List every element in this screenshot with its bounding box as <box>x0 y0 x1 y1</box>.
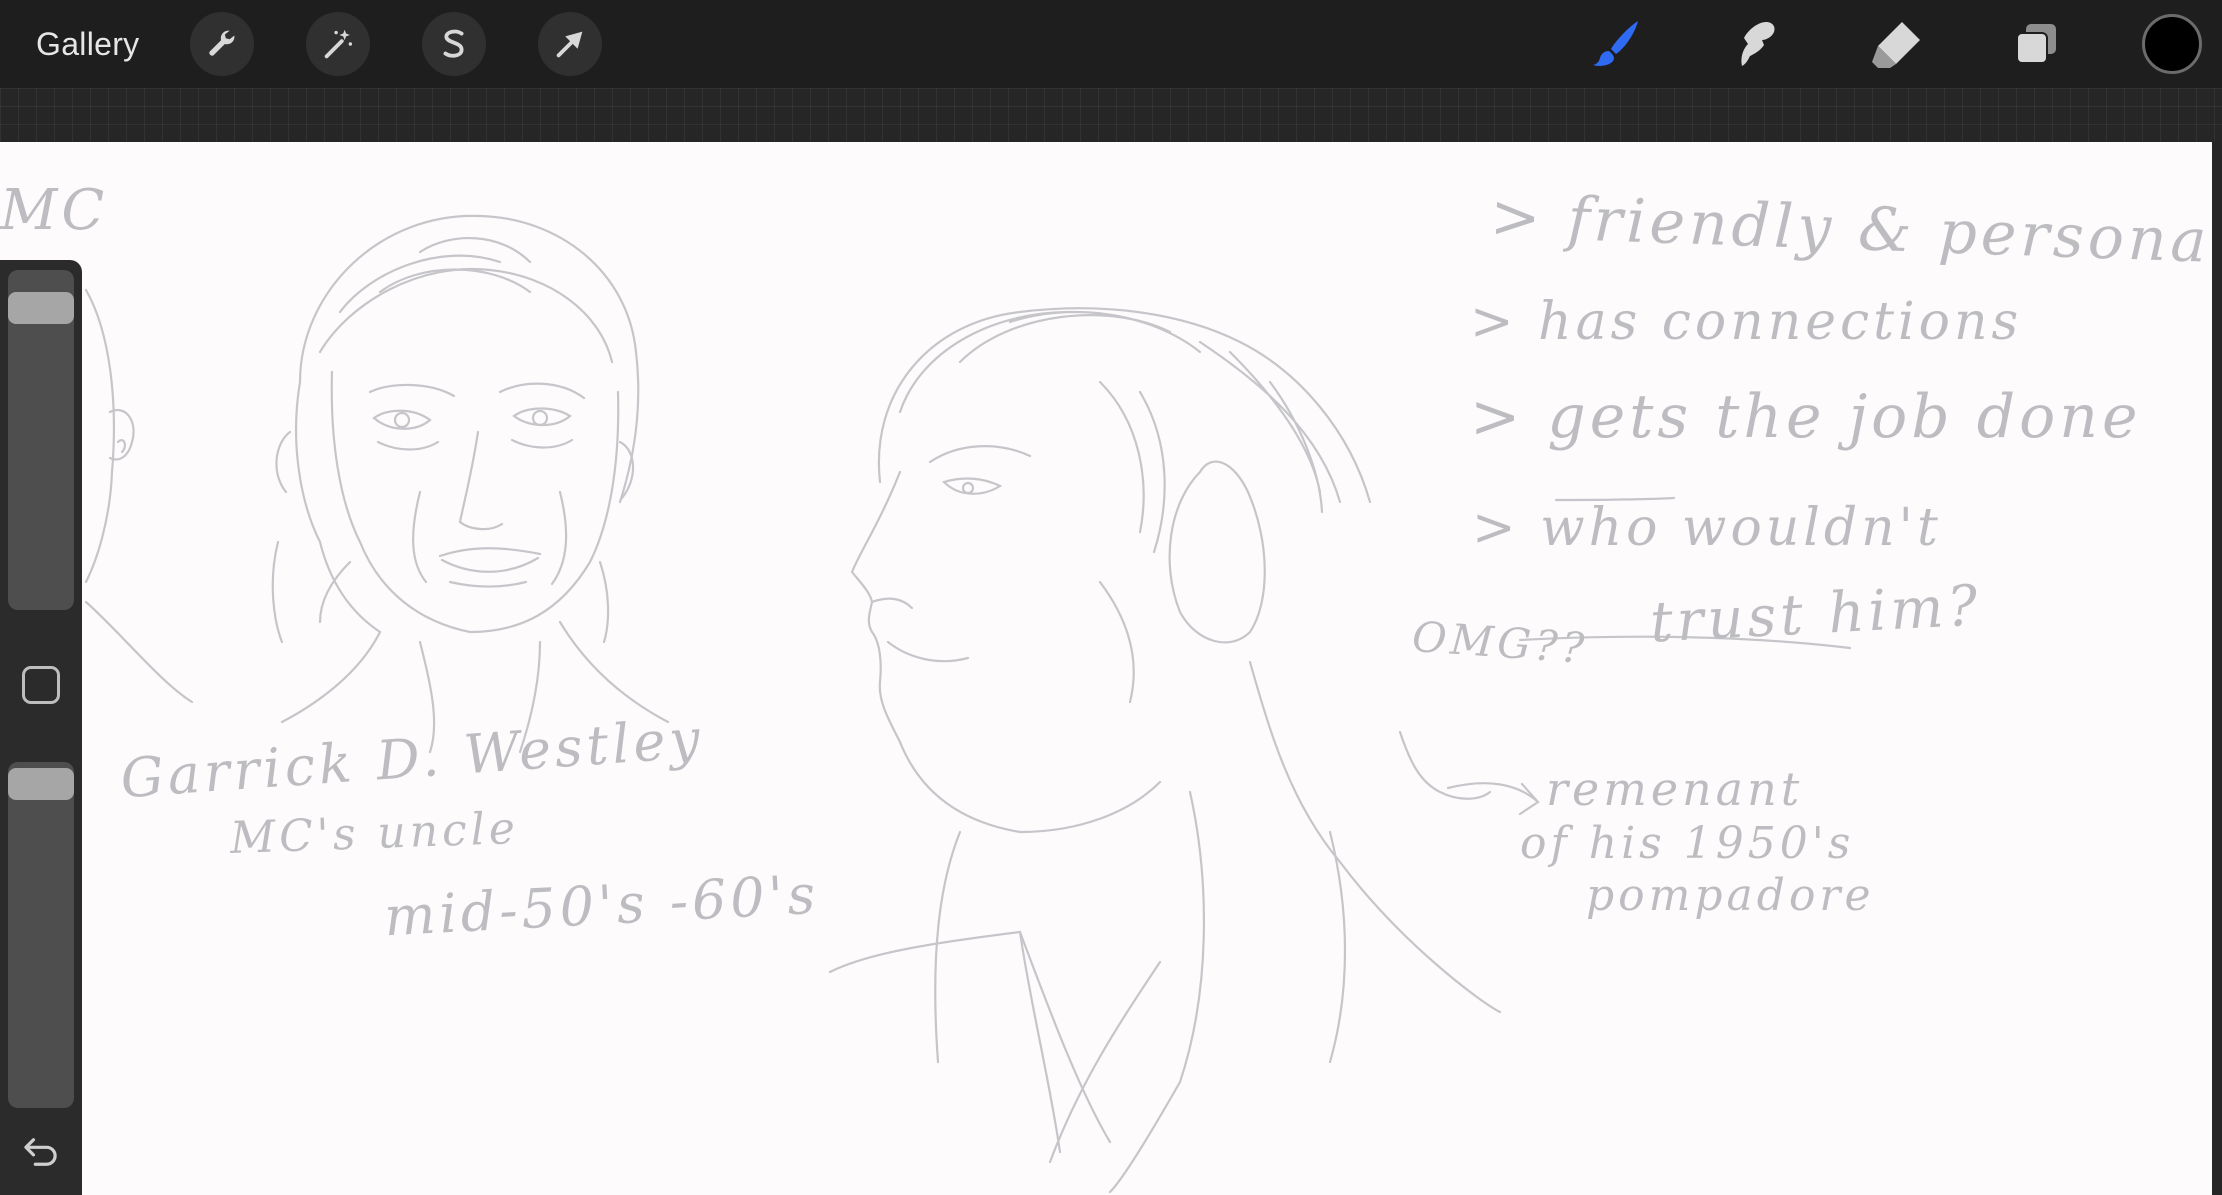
smudge-button[interactable] <box>1726 14 1786 74</box>
left-sidebar <box>0 260 82 1195</box>
pompadore-arrow <box>1398 730 1492 800</box>
note-hair-3: pompadore <box>1586 870 1875 921</box>
brush-opacity-thumb[interactable] <box>8 768 74 800</box>
smudge-icon <box>1741 22 1775 66</box>
note-trait-3: > gets the job done <box>1470 382 2142 452</box>
actions-button[interactable] <box>190 12 254 76</box>
brush-size-thumb[interactable] <box>8 292 74 324</box>
note-hair-2: of his 1950's <box>1520 818 1855 869</box>
eraser-button[interactable] <box>1866 14 1926 74</box>
note-relation: MC's uncle <box>229 802 520 865</box>
undo-button[interactable] <box>18 1132 64 1172</box>
canvas-edge <box>2212 142 2222 1195</box>
brush-icon <box>1593 21 1638 66</box>
front-portrait-sketch <box>271 214 670 754</box>
gallery-button[interactable]: Gallery <box>36 24 139 64</box>
note-trait-4a: > who wouldn't <box>1472 498 1942 558</box>
transform-arrow-icon <box>556 31 583 58</box>
eraser-icon <box>1872 22 1920 68</box>
brush-opacity-slider[interactable] <box>8 762 74 1108</box>
drawing-canvas[interactable]: MC Garrick D. Westley MC's uncle mid-50'… <box>0 142 2212 1195</box>
profile-portrait-sketch <box>828 307 1502 1194</box>
brush-size-slider[interactable] <box>8 270 74 610</box>
note-hair-1: remenant <box>1546 762 1804 816</box>
wrench-icon <box>209 30 235 56</box>
note-trait-2: > has connections <box>1470 292 2023 352</box>
magic-wand-icon <box>324 29 353 59</box>
undo-icon <box>24 1138 57 1166</box>
selection-button[interactable] <box>422 12 486 76</box>
top-toolbar: Gallery <box>0 0 2222 88</box>
layers-button[interactable] <box>2006 14 2066 74</box>
transform-button[interactable] <box>538 12 602 76</box>
note-corner: MC <box>0 178 109 243</box>
brush-button[interactable] <box>1586 14 1646 74</box>
adjustments-button[interactable] <box>306 12 370 76</box>
color-picker-button[interactable] <box>2142 14 2202 74</box>
canvas-backdrop <box>0 88 2222 142</box>
layers-icon <box>2016 24 2056 64</box>
square-icon[interactable] <box>22 666 60 704</box>
selection-s-icon <box>443 29 464 58</box>
